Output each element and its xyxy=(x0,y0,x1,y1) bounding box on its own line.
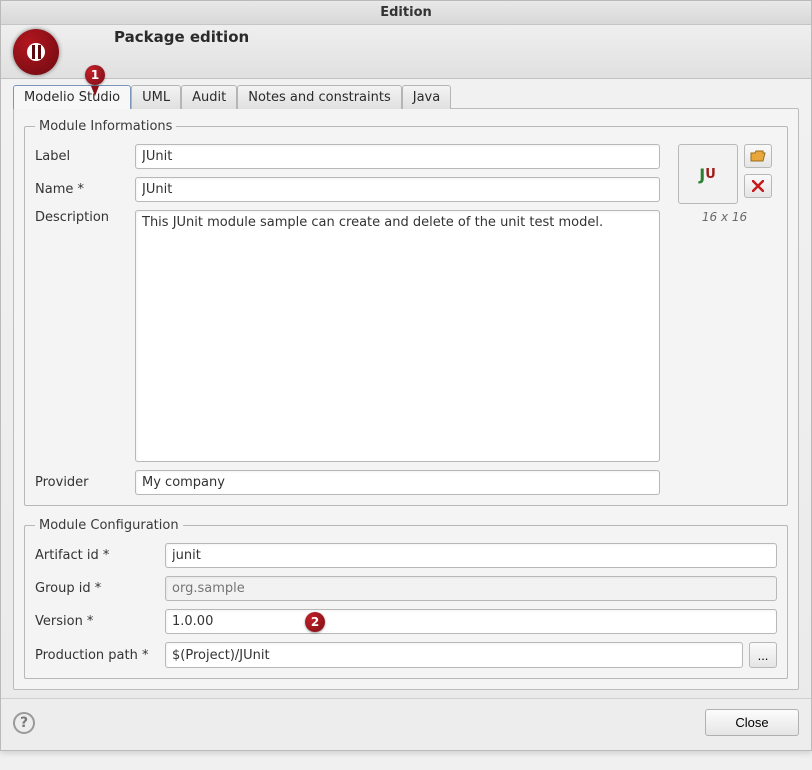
name-field-label: Name * xyxy=(35,182,135,197)
tab-uml[interactable]: UML xyxy=(131,85,181,109)
group-id-label: Group id * xyxy=(35,581,165,596)
help-button[interactable]: ? xyxy=(13,712,35,734)
dialog-header: Package edition xyxy=(1,25,811,79)
dialog-footer: ? Close xyxy=(1,698,811,750)
production-path-input[interactable] xyxy=(165,642,743,668)
module-configuration-group: Module Configuration Artifact id * Group… xyxy=(24,518,788,679)
description-field-label: Description xyxy=(35,210,135,225)
page-title: Package edition xyxy=(114,28,249,46)
close-button[interactable]: Close xyxy=(705,709,799,736)
label-field-label: Label xyxy=(35,149,135,164)
tab-bar: 1 Modelio Studio UML Audit Notes and con… xyxy=(9,79,803,109)
icon-preview-box: JU xyxy=(678,144,738,204)
app-logo-icon xyxy=(13,29,59,75)
tab-audit[interactable]: Audit xyxy=(181,85,237,109)
tab-notes-constraints[interactable]: Notes and constraints xyxy=(237,85,402,109)
browse-icon-button[interactable] xyxy=(744,144,772,168)
label-input[interactable] xyxy=(135,144,660,169)
question-icon: ? xyxy=(20,715,28,731)
module-informations-legend: Module Informations xyxy=(35,119,176,134)
tab-page-modelio-studio: Module Informations Label Name * Descrip… xyxy=(13,108,799,690)
provider-field-label: Provider xyxy=(35,475,135,490)
production-path-label: Production path * xyxy=(35,648,165,663)
x-icon xyxy=(752,180,764,192)
provider-input[interactable] xyxy=(135,470,660,495)
artifact-id-label: Artifact id * xyxy=(35,548,165,563)
window-titlebar: Edition xyxy=(1,1,811,25)
tab-java[interactable]: Java xyxy=(402,85,451,109)
folder-open-icon xyxy=(750,150,766,162)
name-input[interactable] xyxy=(135,177,660,202)
dialog-content: 1 Modelio Studio UML Audit Notes and con… xyxy=(1,79,811,698)
artifact-id-input[interactable] xyxy=(165,543,777,568)
module-informations-group: Module Informations Label Name * Descrip… xyxy=(24,119,788,506)
ellipsis-icon: ... xyxy=(758,648,769,663)
tab-modelio-studio[interactable]: Modelio Studio xyxy=(13,85,131,109)
icon-preview-u: U xyxy=(705,167,716,182)
version-input[interactable] xyxy=(165,609,777,634)
icon-preview-caption: 16 x 16 xyxy=(702,210,747,224)
group-id-input[interactable] xyxy=(165,576,777,601)
module-configuration-legend: Module Configuration xyxy=(35,518,183,533)
description-textarea[interactable]: This JUnit module sample can create and … xyxy=(135,210,660,462)
production-path-browse-button[interactable]: ... xyxy=(749,642,777,668)
remove-icon-button[interactable] xyxy=(744,174,772,198)
window-title: Edition xyxy=(380,5,432,20)
dialog-window: Edition Package edition 1 Modelio Studio… xyxy=(0,0,812,751)
version-label: Version * xyxy=(35,614,165,629)
